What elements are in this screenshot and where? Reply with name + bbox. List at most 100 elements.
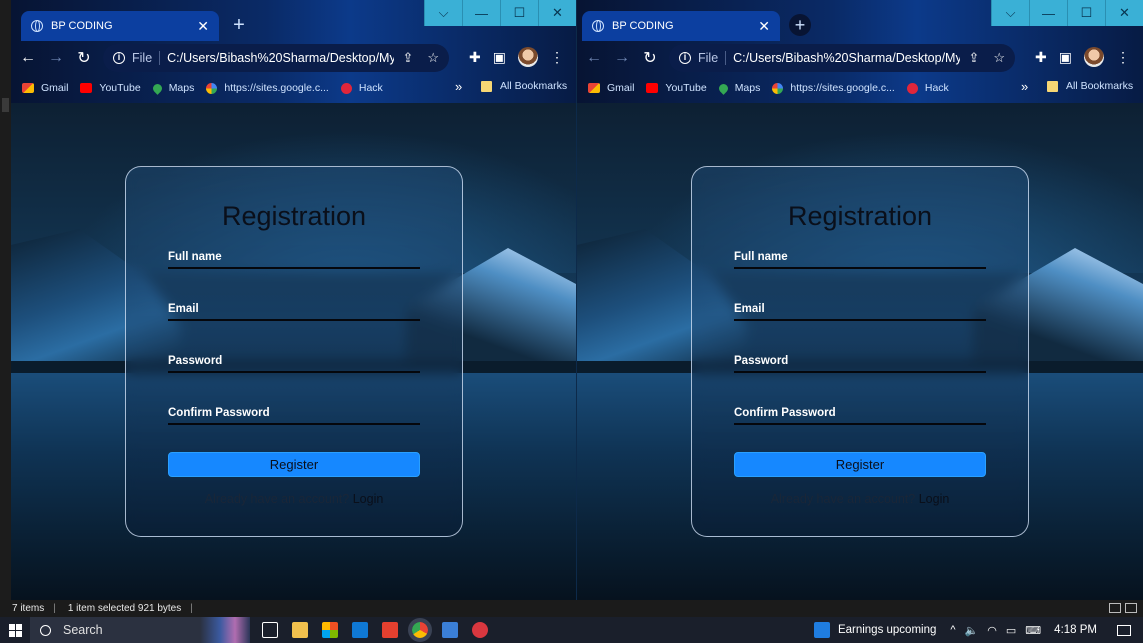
login-link[interactable]: Login: [353, 492, 384, 506]
address-bar[interactable]: i File C:/Users/Bibash%20Sharma/Desktop/…: [103, 44, 449, 72]
hack-icon: [340, 82, 352, 94]
register-button[interactable]: Register: [168, 452, 420, 477]
bookmark-label: https://sites.google.c...: [224, 82, 329, 94]
back-button[interactable]: ←: [583, 49, 605, 67]
bookmark-hack[interactable]: Hack: [340, 82, 383, 94]
media-app-icon[interactable]: [382, 622, 398, 638]
tab-search-button[interactable]: ⌵: [424, 0, 462, 26]
menu-icon[interactable]: ⋮: [550, 49, 564, 66]
new-tab-button[interactable]: +: [789, 14, 811, 36]
bookmark-sites-google[interactable]: https://sites.google.c...: [772, 82, 895, 94]
email-field[interactable]: Email: [734, 299, 986, 321]
address-bar[interactable]: i File C:/Users/Bibash%20Sharma/Desktop/…: [669, 44, 1015, 72]
search-placeholder: Search: [63, 623, 103, 637]
all-bookmarks-button[interactable]: All Bookmarks: [481, 80, 567, 92]
new-tab-button[interactable]: +: [228, 14, 250, 36]
close-window-button[interactable]: ✕: [1105, 0, 1143, 26]
maps-icon: [716, 81, 730, 95]
extensions-icon[interactable]: ✚: [469, 49, 481, 66]
mail-icon[interactable]: [352, 622, 368, 638]
tiles-view-icon[interactable]: [1125, 603, 1137, 613]
bookmark-star-icon[interactable]: ☆: [993, 50, 1005, 66]
clock[interactable]: 4:18 PM: [1054, 624, 1097, 636]
wifi-icon[interactable]: ◠: [987, 624, 997, 637]
bookmark-sites-google[interactable]: https://sites.google.c...: [206, 82, 329, 94]
login-link[interactable]: Login: [919, 492, 950, 506]
side-panel-icon[interactable]: ▣: [1059, 49, 1072, 66]
more-bookmarks-icon[interactable]: »: [455, 79, 462, 94]
bookmark-maps[interactable]: Maps: [716, 81, 761, 95]
url-text[interactable]: C:/Users/Bibash%20Sharma/Desktop/My%2...: [167, 51, 394, 65]
window-controls: ⌵ — ☐ ✕: [424, 0, 576, 26]
tab-close-icon[interactable]: ✕: [197, 18, 209, 35]
password-field[interactable]: Password: [168, 351, 420, 373]
full-name-field[interactable]: Full name: [168, 247, 420, 269]
bookmark-gmail[interactable]: Gmail: [22, 82, 68, 94]
profile-avatar[interactable]: [517, 47, 538, 67]
news-weather-icon[interactable]: [813, 622, 830, 638]
maximize-button[interactable]: ☐: [1067, 0, 1105, 26]
reload-button[interactable]: ↻: [73, 48, 95, 68]
url-text[interactable]: C:/Users/Bibash%20Sharma/Desktop/My%2...: [733, 51, 960, 65]
tab-close-icon[interactable]: ✕: [758, 18, 770, 35]
field-label: Confirm Password: [734, 407, 836, 419]
login-prompt-text: Already have an account?: [770, 492, 916, 506]
language-icon[interactable]: ⌨: [1025, 624, 1041, 637]
bookmark-hack[interactable]: Hack: [906, 82, 949, 94]
bookmark-youtube[interactable]: YouTube: [646, 82, 707, 94]
share-icon[interactable]: ⇪: [968, 50, 979, 66]
reload-button[interactable]: ↻: [639, 48, 661, 68]
more-bookmarks-icon[interactable]: »: [1021, 79, 1028, 94]
close-window-button[interactable]: ✕: [538, 0, 576, 26]
share-icon[interactable]: ⇪: [402, 50, 413, 66]
scheme-label: File: [698, 51, 727, 65]
taskbar-search[interactable]: Search: [30, 617, 250, 643]
toolbar-actions: ✚ ▣ ⋮: [1035, 47, 1130, 67]
back-button[interactable]: ←: [17, 49, 39, 67]
bookmark-youtube[interactable]: YouTube: [80, 82, 141, 94]
file-explorer-icon[interactable]: [292, 622, 308, 638]
tab-bp-coding[interactable]: BP CODING ✕: [582, 11, 780, 41]
register-button[interactable]: Register: [734, 452, 986, 477]
all-bookmarks-button[interactable]: All Bookmarks: [1047, 80, 1133, 92]
tab-search-button[interactable]: ⌵: [991, 0, 1029, 26]
full-name-field[interactable]: Full name: [734, 247, 986, 269]
start-button[interactable]: [0, 617, 30, 643]
volume-icon[interactable]: 🔈: [965, 624, 979, 637]
form-title: Registration: [787, 201, 933, 231]
status-separator: |: [53, 603, 56, 614]
email-field[interactable]: Email: [168, 299, 420, 321]
battery-icon[interactable]: ▭: [1006, 624, 1016, 637]
forward-button[interactable]: →: [45, 49, 67, 67]
bookmark-star-icon[interactable]: ☆: [427, 50, 439, 66]
tab-bp-coding[interactable]: BP CODING ✕: [21, 11, 219, 41]
side-panel-icon[interactable]: ▣: [493, 49, 506, 66]
bookmark-gmail[interactable]: Gmail: [588, 82, 634, 94]
confirm-password-field[interactable]: Confirm Password: [168, 403, 420, 425]
forward-button[interactable]: →: [611, 49, 633, 67]
store-icon[interactable]: [322, 622, 338, 638]
form-title: Registration: [221, 201, 367, 231]
window-edge-marker: [2, 98, 9, 112]
bookmark-maps[interactable]: Maps: [150, 81, 194, 95]
bookmark-label: Maps: [734, 82, 761, 94]
confirm-password-field[interactable]: Confirm Password: [734, 403, 986, 425]
extensions-icon[interactable]: ✚: [1035, 49, 1047, 66]
task-view-icon[interactable]: [262, 622, 278, 638]
profile-avatar[interactable]: [1083, 47, 1104, 67]
details-view-icon[interactable]: [1109, 603, 1121, 613]
chevron-up-icon[interactable]: ^: [950, 624, 955, 636]
news-text[interactable]: Earnings upcoming: [838, 624, 936, 636]
minimize-button[interactable]: —: [1029, 0, 1067, 26]
notifications-icon[interactable]: [1117, 624, 1131, 636]
maximize-button[interactable]: ☐: [500, 0, 538, 26]
chrome-icon[interactable]: [408, 618, 432, 642]
site-info-icon[interactable]: i: [113, 52, 125, 64]
page-content: Registration Full name Email Password Co…: [11, 103, 576, 600]
site-info-icon[interactable]: i: [679, 52, 691, 64]
minimize-button[interactable]: —: [462, 0, 500, 26]
password-field[interactable]: Password: [734, 351, 986, 373]
app-icon[interactable]: [442, 622, 458, 638]
recorder-icon[interactable]: [472, 622, 488, 638]
menu-icon[interactable]: ⋮: [1116, 49, 1130, 66]
